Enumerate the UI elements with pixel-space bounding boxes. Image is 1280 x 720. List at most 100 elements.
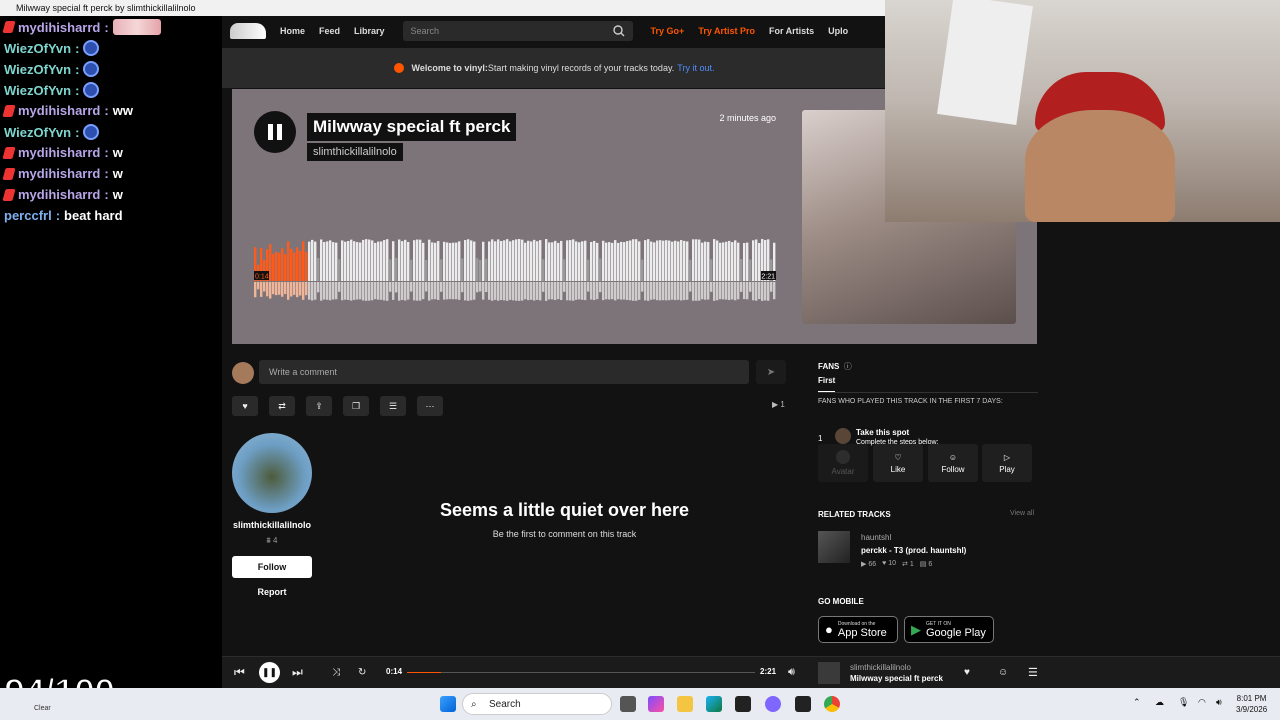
taskbar-search[interactable]: ⌕ Search [462, 693, 612, 715]
queue-icon[interactable]: ☰ [1028, 666, 1038, 679]
waveform-reflection [536, 282, 539, 300]
soundcloud-logo-icon[interactable] [230, 23, 266, 39]
wifi-icon[interactable]: ◠ [1198, 697, 1206, 708]
player-progress-bar[interactable] [407, 672, 755, 673]
speaker-icon[interactable]: 🔊︎ [1216, 697, 1222, 708]
track-artist-link[interactable]: slimthickillalilnolo [307, 143, 403, 161]
divider [818, 392, 1038, 393]
search-input[interactable]: Search [402, 21, 633, 41]
now-playing-artwork[interactable] [818, 662, 840, 684]
artist-avatar[interactable] [232, 433, 312, 513]
step-avatar[interactable]: Avatar [818, 444, 868, 482]
waveform-reflection [653, 282, 656, 300]
repeat-icon[interactable]: ↻ [358, 667, 366, 678]
nav-try-artist-pro[interactable]: Try Artist Pro [698, 26, 755, 36]
waveform-bar [284, 254, 287, 281]
now-playing-artist[interactable]: slimthickillalilnolo [850, 663, 911, 672]
waveform-reflection [542, 282, 545, 292]
edge-icon[interactable] [706, 696, 722, 712]
waveform-reflection [296, 282, 299, 298]
tab-first[interactable]: First [818, 376, 836, 392]
tray-chevron-icon[interactable]: ⌃ [1133, 697, 1141, 708]
related-track-artist[interactable]: hauntshl [861, 533, 891, 542]
emote-icon [83, 61, 100, 77]
nav-upload[interactable]: Uplo [828, 26, 848, 36]
store-icon[interactable] [735, 696, 751, 712]
like-button[interactable]: ♥ [232, 396, 258, 416]
report-button[interactable]: Report [232, 587, 312, 597]
add-to-playlist-button[interactable]: ☰ [380, 396, 406, 416]
clock[interactable]: 8:01 PM 3/9/2026 [1236, 693, 1267, 715]
volume-icon[interactable]: 🔊︎ [788, 666, 795, 679]
nav-home[interactable]: Home [280, 26, 305, 36]
waveform-reflection [737, 282, 740, 300]
chat-message: WiezOfYvn: [4, 61, 100, 77]
send-icon[interactable]: ➤ [756, 360, 786, 384]
copy-link-button[interactable]: ❐ [343, 396, 369, 416]
windows-start-icon[interactable] [440, 696, 456, 712]
network-icon[interactable]: ☁ [1155, 697, 1164, 708]
repost-button[interactable]: ⇄ [269, 396, 295, 416]
waveform-reflection [731, 282, 734, 300]
nav-for-artists[interactable]: For Artists [769, 26, 814, 36]
reposts-value: 1 [909, 561, 914, 568]
step-follow[interactable]: ☺ Follow [928, 444, 978, 482]
app-store-button[interactable]: ● Download on the App Store [818, 616, 898, 643]
waveform-reflection [398, 282, 401, 301]
comment-input[interactable]: Write a comment [259, 360, 749, 384]
player-pause-button[interactable]: ❚❚ [259, 662, 280, 683]
waveform-bar [668, 240, 671, 281]
waveform-reflection [701, 282, 704, 300]
waveform-bar [296, 247, 299, 281]
waveform-reflection [578, 282, 581, 300]
view-all-link[interactable]: View all [1010, 510, 1034, 517]
task-view-icon[interactable] [620, 696, 636, 712]
search-icon[interactable] [612, 25, 625, 37]
plays-value: 66 [868, 561, 877, 568]
waveform-bar [596, 242, 599, 281]
previous-icon[interactable]: ⏮ [234, 665, 245, 680]
step-play[interactable]: ▷ Play [982, 444, 1032, 482]
waveform[interactable]: 0:14 2:21 [254, 239, 776, 301]
like-icon[interactable]: ♥ [964, 667, 970, 678]
follow-button[interactable]: Follow [232, 556, 312, 578]
waveform-reflection [548, 282, 551, 300]
chrome-icon[interactable] [824, 696, 840, 712]
follow-icon[interactable]: ☺ [998, 667, 1008, 678]
shuffle-icon[interactable]: ⤨ [332, 667, 340, 678]
related-track-title[interactable]: perckk - T3 (prod. hauntshl) [861, 546, 966, 555]
obs-icon[interactable] [795, 696, 811, 712]
fans-heading-text: FANS [818, 362, 840, 371]
waveform-reflection [674, 282, 677, 301]
mic-icon[interactable]: 🎙︎ [1178, 697, 1189, 708]
waveform-bar [662, 240, 665, 281]
emote-icon [83, 40, 100, 56]
waveform-reflection [623, 282, 626, 300]
waveform-reflection [746, 282, 749, 300]
nav-feed[interactable]: Feed [319, 26, 340, 36]
file-explorer-icon[interactable] [677, 696, 693, 712]
nav-try-go-plus[interactable]: Try Go+ [651, 26, 685, 36]
banner-link[interactable]: Try it out. [677, 63, 714, 73]
info-icon[interactable]: ⓘ [844, 362, 852, 371]
pause-button[interactable] [254, 111, 296, 153]
next-icon[interactable]: ⏭ [292, 665, 303, 680]
google-play-button[interactable]: ▶ GET IT ON Google Play [904, 616, 994, 643]
nav-library[interactable]: Library [354, 26, 385, 36]
waveform-reflection [440, 282, 443, 292]
waveform-bar [410, 259, 413, 281]
waveform-reflection [500, 282, 503, 300]
waveform-bar [674, 240, 677, 281]
copilot-icon[interactable] [648, 696, 664, 712]
artist-name[interactable]: slimthickillalilnolo [222, 520, 322, 530]
chat-text: w [112, 187, 123, 202]
app-icon[interactable] [765, 696, 781, 712]
follower-count-value: 4 [273, 536, 278, 545]
share-button[interactable]: ⇪ [306, 396, 332, 416]
more-button[interactable]: ⋯ [417, 396, 443, 416]
waveform-bar [608, 242, 611, 281]
google-play-big: Google Play [926, 626, 986, 639]
now-playing-title[interactable]: Milwway special ft perck [850, 674, 943, 683]
step-like[interactable]: ♡ Like [873, 444, 923, 482]
related-track-artwork[interactable] [818, 531, 850, 563]
